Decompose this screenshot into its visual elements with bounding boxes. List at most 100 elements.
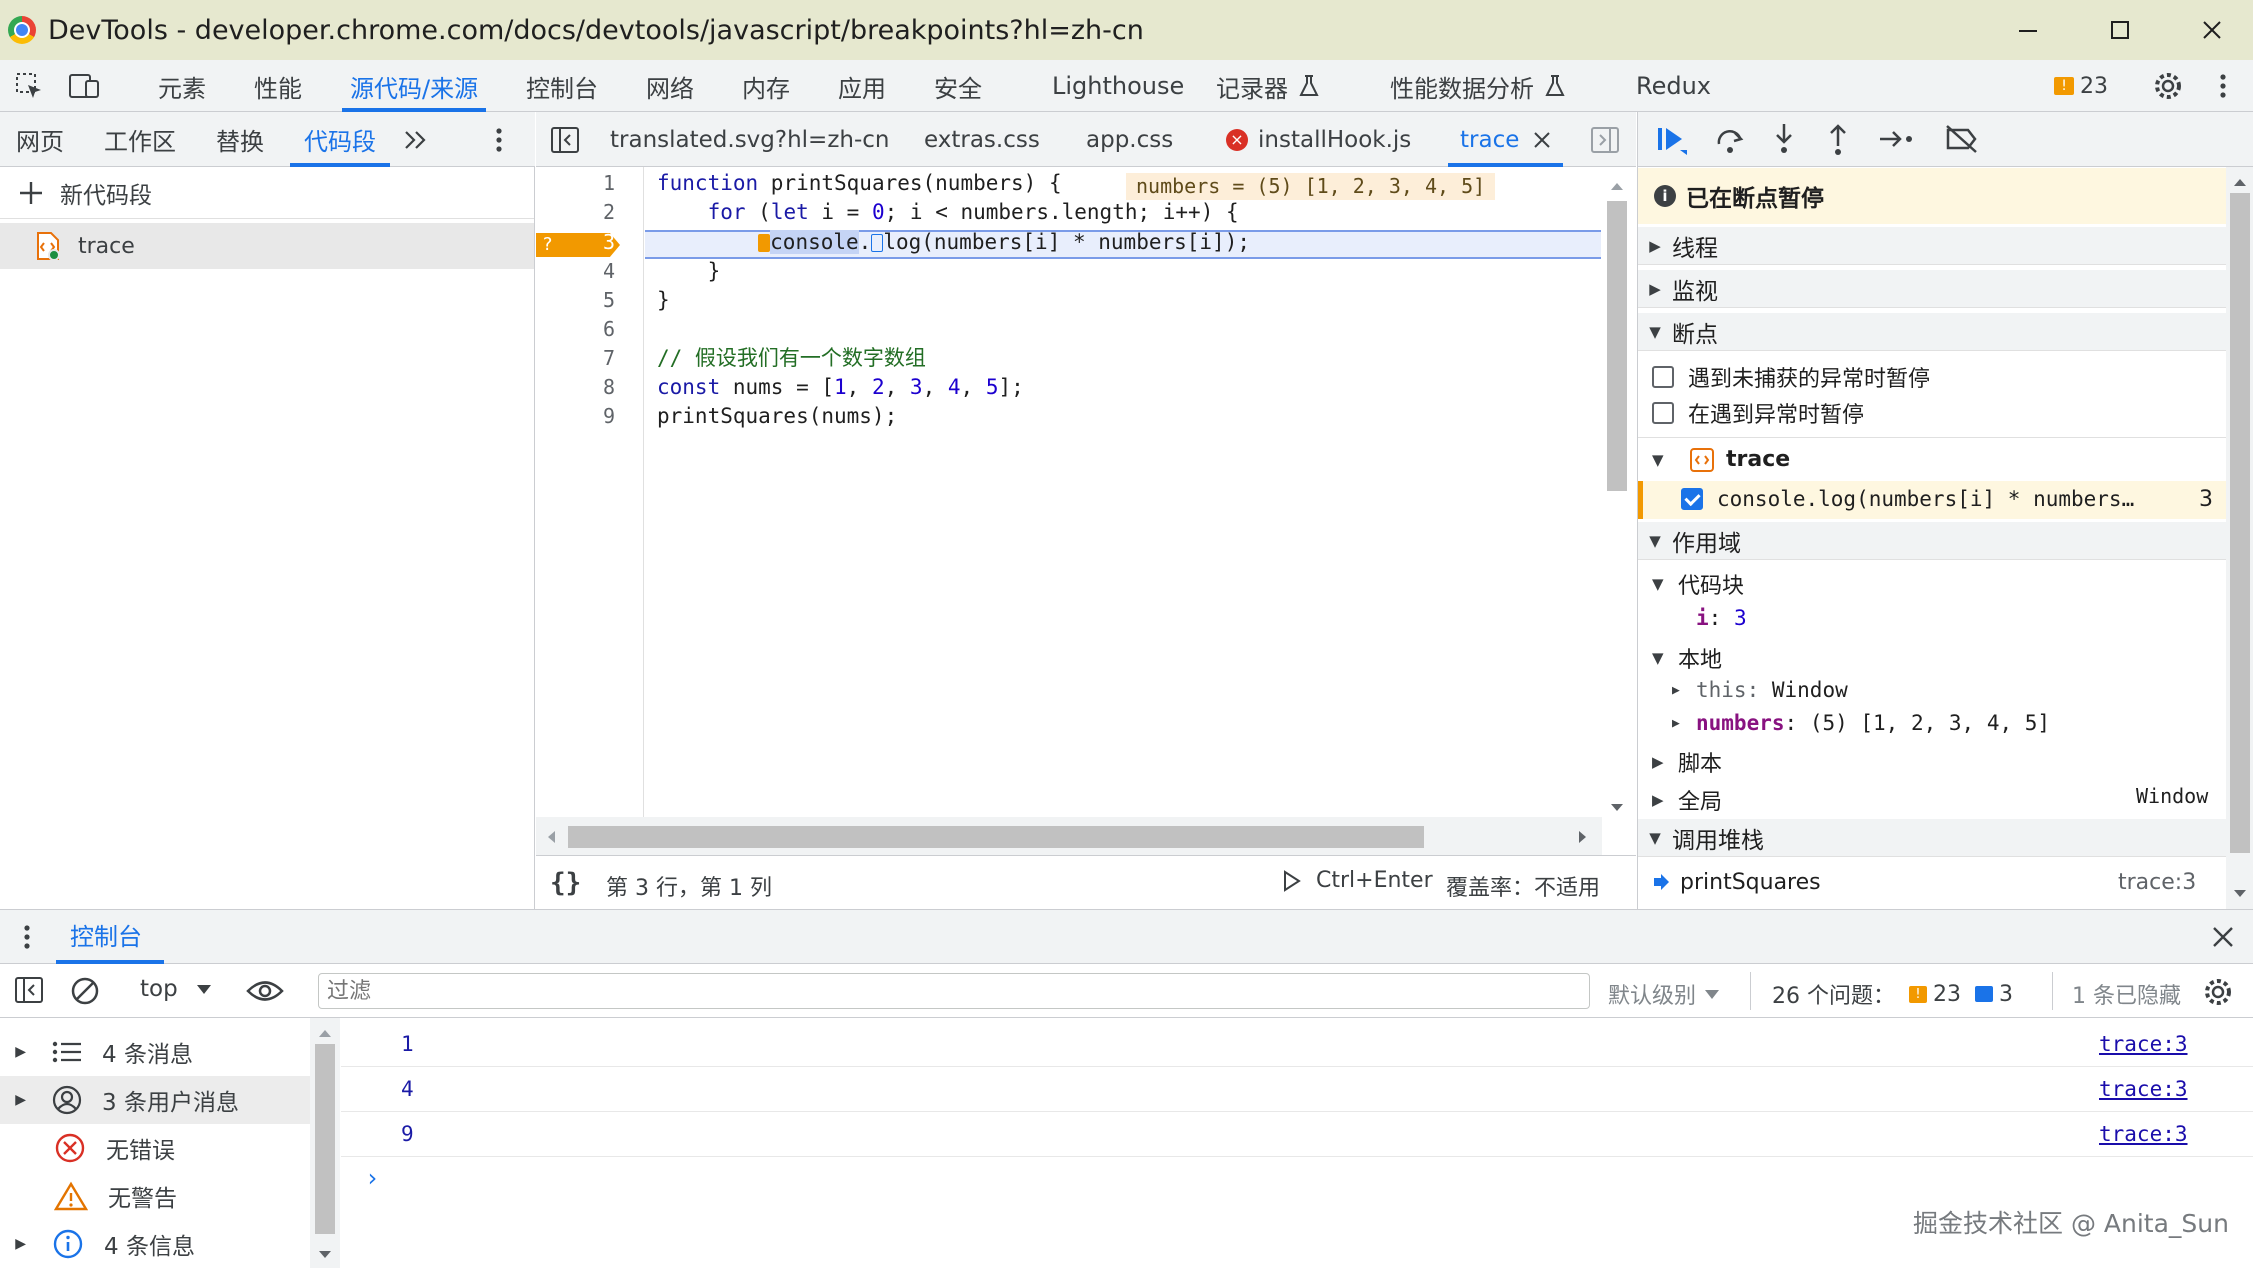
- sidebar-item-errors[interactable]: 无错误: [0, 1124, 310, 1172]
- scope-local[interactable]: ▼ 本地: [1652, 642, 1722, 674]
- step-over-icon[interactable]: [1714, 124, 1746, 156]
- tab-snippets[interactable]: 代码段: [290, 112, 390, 167]
- scroll-down-arrow-icon[interactable]: [318, 1250, 332, 1260]
- inspect-element-icon[interactable]: [14, 60, 44, 112]
- device-toolbar-icon[interactable]: [68, 60, 100, 112]
- tab-application[interactable]: 应用: [838, 60, 886, 112]
- message-source-link[interactable]: trace:3: [2099, 1077, 2188, 1101]
- scroll-down-arrow-icon[interactable]: [2233, 889, 2247, 899]
- scroll-up-arrow-icon[interactable]: [318, 1028, 332, 1038]
- more-tabs-chevron-icon[interactable]: [402, 112, 430, 167]
- sidebar-item-warnings[interactable]: 无警告: [0, 1172, 310, 1220]
- sidebar-item-user-messages[interactable]: ▶ 3 条用户消息: [0, 1076, 310, 1124]
- pause-caught-option[interactable]: 在遇到异常时暂停: [1652, 397, 1864, 429]
- editor-tab-installhook[interactable]: × installHook.js: [1226, 112, 1411, 167]
- tab-network[interactable]: 网络: [646, 60, 694, 112]
- new-snippet-button[interactable]: 新代码段: [0, 167, 534, 219]
- pause-caught-checkbox[interactable]: [1652, 402, 1674, 424]
- tab-console[interactable]: 控制台: [526, 60, 598, 112]
- context-selector[interactable]: top: [140, 976, 212, 1002]
- editor-horizontal-scrollbar[interactable]: [536, 817, 1602, 855]
- log-level-selector[interactable]: 默认级别: [1608, 978, 1720, 1010]
- scope-var-numbers[interactable]: ▶ numbers: (5) [1, 2, 3, 4, 5]: [1672, 711, 2050, 735]
- tab-overrides[interactable]: 替换: [216, 112, 264, 167]
- editor-tab-extras-css[interactable]: extras.css: [924, 112, 1040, 167]
- drawer-tab-console[interactable]: 控制台: [70, 910, 142, 964]
- more-menu-icon[interactable]: [2218, 60, 2228, 112]
- editor-tab-translated-svg[interactable]: translated.svg?hl=zh-cn: [610, 112, 890, 167]
- editor-tab-trace[interactable]: trace: [1447, 112, 1564, 167]
- scrollbar-thumb[interactable]: [1607, 201, 1627, 491]
- pretty-print-icon[interactable]: {}: [550, 868, 581, 898]
- drawer-menu-icon[interactable]: [22, 923, 32, 951]
- debugger-scrollbar[interactable]: [2226, 167, 2253, 909]
- toggle-sidebar-icon[interactable]: [14, 976, 44, 1004]
- live-expression-eye-icon[interactable]: [246, 978, 284, 1004]
- console-settings-gear-icon[interactable]: [2202, 976, 2234, 1008]
- editor-vertical-scrollbar[interactable]: [1602, 177, 1632, 817]
- console-filter-input[interactable]: [318, 973, 1590, 1009]
- settings-gear-icon[interactable]: [2152, 60, 2184, 112]
- maximize-button[interactable]: [2074, 0, 2166, 60]
- section-scope[interactable]: ▼ 作用域: [1638, 522, 2226, 560]
- close-drawer-icon[interactable]: [2212, 926, 2234, 948]
- close-window-button[interactable]: [2166, 0, 2253, 60]
- snippet-item-trace[interactable]: trace: [0, 223, 534, 269]
- scope-var-this[interactable]: ▶ this: Window: [1672, 678, 1848, 702]
- issues-counter[interactable]: ! 23: [2054, 60, 2108, 112]
- section-threads[interactable]: ▶ 线程: [1638, 227, 2226, 265]
- breakpoint-entry[interactable]: console.log(numbers[i] * numbers… 3: [1638, 481, 2226, 519]
- toggle-navigator-icon[interactable]: [550, 112, 580, 167]
- code-editor[interactable]: ? 1 2 3 4 5 6 7 8 9 function printSquare…: [536, 167, 1636, 855]
- tab-recorder[interactable]: 记录器: [1216, 60, 1320, 112]
- tab-security[interactable]: 安全: [934, 60, 982, 112]
- pause-uncaught-option[interactable]: 遇到未捕获的异常时暂停: [1652, 361, 1930, 393]
- resume-icon[interactable]: [1656, 124, 1688, 156]
- breakpoint-file-trace[interactable]: ▼ trace: [1652, 447, 1790, 472]
- toggle-debugger-icon[interactable]: [1590, 112, 1620, 167]
- section-callstack[interactable]: ▼ 调用堆栈: [1638, 819, 2226, 857]
- editor-tab-app-css[interactable]: app.css: [1086, 112, 1173, 167]
- breakpoint-enabled-checkbox[interactable]: [1681, 488, 1703, 510]
- tab-performance[interactable]: 性能: [254, 60, 302, 112]
- tab-lighthouse[interactable]: Lighthouse: [1052, 60, 1184, 112]
- console-sidebar-scrollbar[interactable]: [310, 1018, 340, 1268]
- scroll-up-arrow-icon[interactable]: [1610, 181, 1624, 191]
- scroll-up-arrow-icon[interactable]: [2233, 177, 2247, 187]
- close-tab-icon[interactable]: [1533, 131, 1551, 149]
- hscrollbar-thumb[interactable]: [568, 826, 1424, 848]
- section-watch[interactable]: ▶ 监视: [1638, 270, 2226, 308]
- scroll-left-arrow-icon[interactable]: [546, 830, 556, 844]
- section-breakpoints[interactable]: ▼ 断点: [1638, 313, 2226, 351]
- step-icon[interactable]: [1878, 124, 1916, 154]
- tab-memory[interactable]: 内存: [742, 60, 790, 112]
- callstack-frame[interactable]: printSquares trace:3: [1638, 860, 2226, 904]
- tab-sources[interactable]: 源代码/来源: [341, 60, 487, 112]
- tab-page[interactable]: 网页: [16, 112, 64, 167]
- sidebar-item-messages[interactable]: ▶ 4 条消息: [0, 1028, 310, 1076]
- minimize-button[interactable]: [1982, 0, 2074, 60]
- navigator-menu-icon[interactable]: [494, 112, 504, 167]
- issues-link[interactable]: 26 个问题： ! 23 3: [1772, 978, 2013, 1010]
- sidebar-item-info[interactable]: ▶ 4 条信息: [0, 1220, 310, 1268]
- message-source-link[interactable]: trace:3: [2099, 1122, 2188, 1146]
- pause-uncaught-checkbox[interactable]: [1652, 366, 1674, 388]
- scope-var-i[interactable]: i: 3: [1696, 606, 1747, 630]
- clear-console-icon[interactable]: [70, 976, 100, 1006]
- console-prompt[interactable]: ›: [365, 1164, 379, 1192]
- scroll-right-arrow-icon[interactable]: [1578, 830, 1588, 844]
- scope-global[interactable]: ▶ 全局: [1652, 784, 1722, 816]
- message-source-link[interactable]: trace:3: [2099, 1032, 2188, 1056]
- scrollbar-thumb[interactable]: [2230, 193, 2250, 853]
- scrollbar-thumb[interactable]: [315, 1044, 335, 1234]
- scope-script[interactable]: ▶ 脚本: [1652, 746, 1722, 778]
- tab-redux[interactable]: Redux: [1636, 60, 1711, 112]
- tab-performance-insights[interactable]: 性能数据分析: [1390, 60, 1566, 112]
- line-gutter[interactable]: ? 1 2 3 4 5 6 7 8 9: [536, 167, 644, 817]
- tab-elements[interactable]: 元素: [158, 60, 206, 112]
- tab-workspace[interactable]: 工作区: [104, 112, 176, 167]
- step-out-icon[interactable]: [1824, 122, 1852, 156]
- deactivate-breakpoints-icon[interactable]: [1944, 124, 1980, 154]
- step-into-icon[interactable]: [1770, 122, 1798, 156]
- scope-block[interactable]: ▼ 代码块: [1652, 568, 1744, 600]
